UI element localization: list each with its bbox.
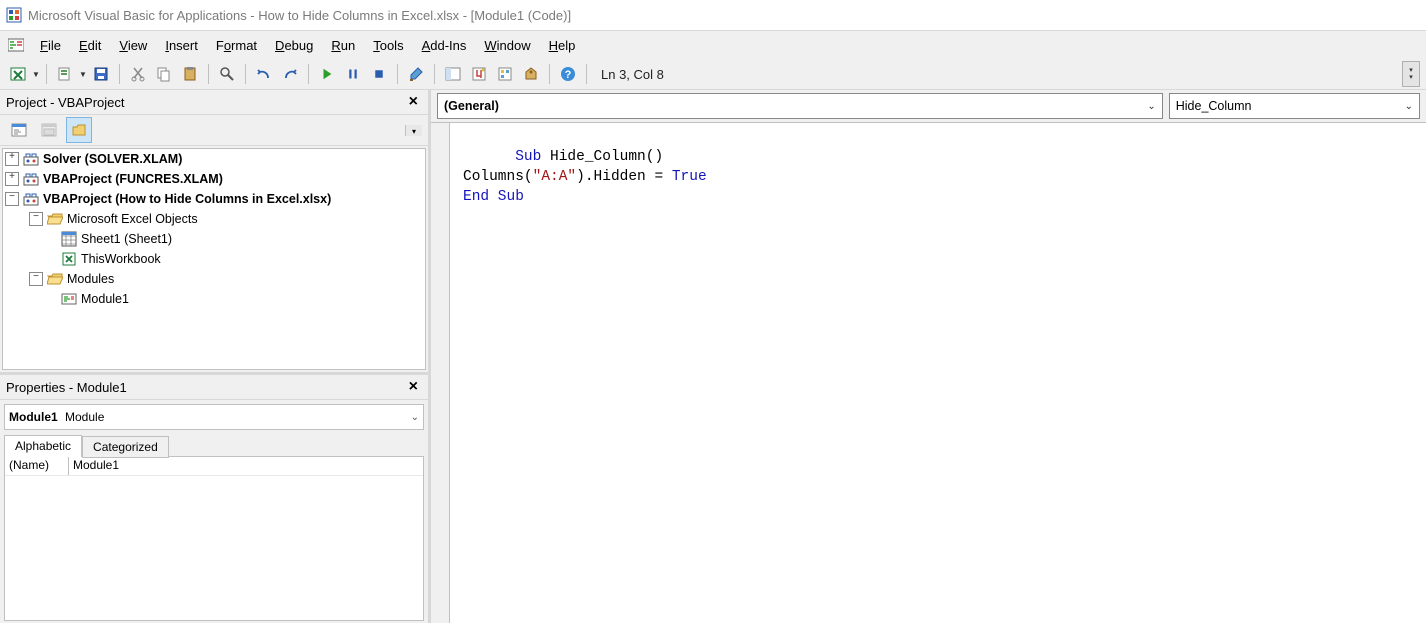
tree-node-funcres[interactable]: + VBAProject (FUNCRES.XLAM) bbox=[3, 169, 425, 189]
tree-node-modules-folder[interactable]: − Modules bbox=[3, 269, 425, 289]
view-code-icon[interactable] bbox=[6, 117, 32, 143]
tab-categorized[interactable]: Categorized bbox=[82, 436, 169, 458]
property-key: (Name) bbox=[5, 457, 69, 475]
project-tree[interactable]: + Solver (SOLVER.XLAM) + VBAProject (FUN… bbox=[2, 148, 426, 370]
tree-node-sheet1[interactable]: Sheet1 (Sheet1) bbox=[3, 229, 425, 249]
menu-help[interactable]: Help bbox=[541, 34, 584, 57]
tree-node-thisworkbook[interactable]: ThisWorkbook bbox=[3, 249, 425, 269]
object-type: Module bbox=[65, 410, 104, 424]
properties-window-icon[interactable] bbox=[467, 62, 491, 86]
tree-node-excel-objects[interactable]: − Microsoft Excel Objects bbox=[3, 209, 425, 229]
toolbox-icon[interactable] bbox=[519, 62, 543, 86]
toolbar-overflow-icon[interactable]: ▾▾ bbox=[1402, 61, 1420, 87]
design-mode-icon[interactable] bbox=[404, 62, 428, 86]
run-icon[interactable] bbox=[315, 62, 339, 86]
menu-run[interactable]: Run bbox=[323, 34, 363, 57]
properties-pane-title: Properties - Module1 × bbox=[0, 375, 428, 400]
window-title: Microsoft Visual Basic for Applications … bbox=[28, 8, 571, 23]
save-icon[interactable] bbox=[89, 62, 113, 86]
menu-debug[interactable]: Debug bbox=[267, 34, 321, 57]
cut-icon[interactable] bbox=[126, 62, 150, 86]
titlebar: Microsoft Visual Basic for Applications … bbox=[0, 0, 1426, 31]
project-pane-toolbar: ▾ bbox=[0, 115, 428, 146]
chevron-down-icon: ⌄ bbox=[1147, 101, 1155, 112]
paste-icon[interactable] bbox=[178, 62, 202, 86]
find-icon[interactable] bbox=[215, 62, 239, 86]
procedure-dropdown-value: Hide_Column bbox=[1176, 99, 1252, 113]
pane-options-icon[interactable]: ▾ bbox=[405, 125, 422, 136]
chevron-down-icon: ⌄ bbox=[1405, 101, 1413, 112]
dropdown-icon[interactable]: ▼ bbox=[79, 70, 87, 79]
folder-open-icon bbox=[47, 211, 63, 227]
worksheet-icon bbox=[61, 231, 77, 247]
break-icon[interactable] bbox=[341, 62, 365, 86]
property-value[interactable]: Module1 bbox=[69, 457, 423, 475]
close-icon[interactable]: × bbox=[405, 378, 422, 396]
copy-icon[interactable] bbox=[152, 62, 176, 86]
tree-node-module1[interactable]: Module1 bbox=[3, 289, 425, 309]
tab-alphabetic[interactable]: Alphabetic bbox=[4, 435, 82, 457]
properties-object-selector[interactable]: Module1 Module ⌄ bbox=[4, 404, 424, 430]
reset-icon[interactable] bbox=[367, 62, 391, 86]
properties-grid[interactable]: (Name) Module1 bbox=[4, 456, 424, 621]
vba-project-icon bbox=[23, 171, 39, 187]
object-name: Module1 bbox=[9, 410, 58, 424]
property-row[interactable]: (Name) Module1 bbox=[5, 457, 423, 476]
code-margin bbox=[431, 123, 450, 623]
view-excel-icon[interactable] bbox=[6, 62, 30, 86]
standard-toolbar: ▼ ▼ bbox=[0, 59, 1426, 90]
insert-module-icon[interactable] bbox=[53, 62, 77, 86]
project-pane-label: Project - VBAProject bbox=[6, 95, 125, 110]
cursor-position: Ln 3, Col 8 bbox=[593, 67, 672, 82]
menu-format[interactable]: Format bbox=[208, 34, 265, 57]
object-dropdown-value: (General) bbox=[444, 99, 499, 113]
menu-edit[interactable]: Edit bbox=[71, 34, 109, 57]
menu-file[interactable]: File bbox=[32, 34, 69, 57]
menu-insert[interactable]: Insert bbox=[157, 34, 206, 57]
vba-project-icon bbox=[23, 191, 39, 207]
code-editor[interactable]: Sub Hide_Column() Columns("A:A").Hidden … bbox=[431, 122, 1426, 623]
menubar: File Edit View Insert Format Debug Run T… bbox=[0, 31, 1426, 59]
close-icon[interactable]: × bbox=[405, 93, 422, 111]
properties-pane-label: Properties - Module1 bbox=[6, 380, 127, 395]
help-icon[interactable]: ? bbox=[556, 62, 580, 86]
project-explorer-icon[interactable] bbox=[441, 62, 465, 86]
view-object-icon[interactable] bbox=[36, 117, 62, 143]
chevron-down-icon: ⌄ bbox=[411, 412, 419, 423]
menu-window[interactable]: Window bbox=[476, 34, 538, 57]
dropdown-icon[interactable]: ▼ bbox=[32, 70, 40, 79]
tree-node-workbook-project[interactable]: − VBAProject (How to Hide Columns in Exc… bbox=[3, 189, 425, 209]
redo-icon[interactable] bbox=[278, 62, 302, 86]
object-browser-icon[interactable] bbox=[493, 62, 517, 86]
object-dropdown[interactable]: (General) ⌄ bbox=[437, 93, 1163, 119]
undo-icon[interactable] bbox=[252, 62, 276, 86]
tree-node-solver[interactable]: + Solver (SOLVER.XLAM) bbox=[3, 149, 425, 169]
menu-view[interactable]: View bbox=[111, 34, 155, 57]
workbook-icon bbox=[61, 251, 77, 267]
menu-tools[interactable]: Tools bbox=[365, 34, 411, 57]
module-sysmenu-icon[interactable] bbox=[8, 37, 24, 53]
vba-app-icon bbox=[6, 7, 22, 23]
vba-project-icon bbox=[23, 151, 39, 167]
folder-open-icon bbox=[47, 271, 63, 287]
module-icon bbox=[61, 291, 77, 307]
project-pane-title: Project - VBAProject × bbox=[0, 90, 428, 115]
procedure-dropdown[interactable]: Hide_Column ⌄ bbox=[1169, 93, 1420, 119]
svg-text:?: ? bbox=[565, 69, 572, 81]
menu-addins[interactable]: Add-Ins bbox=[414, 34, 475, 57]
toggle-folders-icon[interactable] bbox=[66, 117, 92, 143]
